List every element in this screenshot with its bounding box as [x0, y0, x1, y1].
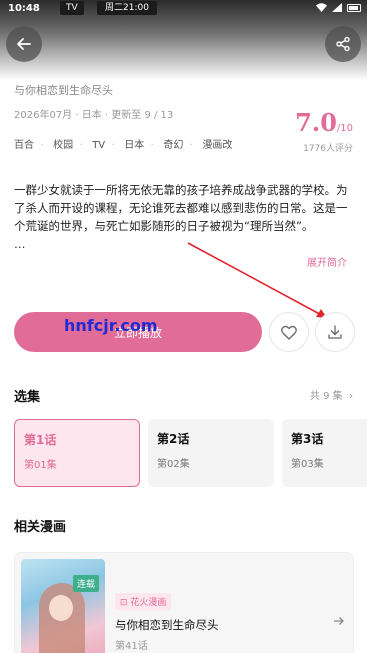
episodes-section-title: 选集 [14, 390, 41, 405]
episode-sub: 第03集 [291, 459, 324, 470]
download-icon [328, 325, 342, 339]
watermark-text: hnfcjr.com [64, 316, 158, 335]
episodes-count-label: 共 9 集 [309, 391, 343, 402]
episode-card[interactable]: 第3话 第03集 [282, 419, 367, 487]
comic-chapter: 第41话 [115, 641, 148, 652]
favorite-button[interactable] [269, 312, 309, 352]
tag-icon: ⊡ [120, 598, 131, 608]
comic-cover-image: 连载 [21, 559, 105, 653]
episode-title: 第2话 [157, 432, 190, 446]
download-button[interactable] [315, 312, 355, 352]
episode-title: 第1话 [24, 433, 57, 447]
episode-sub: 第01集 [24, 460, 57, 471]
comic-title: 与你相恋到生命尽头 [115, 618, 219, 632]
episode-title: 第3话 [291, 432, 324, 446]
arrow-right-icon [334, 617, 344, 625]
related-section-title: 相关漫画 [14, 520, 67, 535]
related-comic-card[interactable]: 连载 ⊡ 花火漫画 与你相恋到生命尽头 第41话 [14, 552, 354, 653]
episodes-count-link[interactable]: 共 9 集 › [310, 387, 353, 402]
comic-source-tag: ⊡ 花火漫画 [115, 593, 172, 610]
chevron-right-icon: › [345, 391, 353, 402]
episode-sub: 第02集 [157, 459, 190, 470]
episode-card[interactable]: 第1话 第01集 [14, 419, 140, 487]
serializing-badge: 连载 [73, 575, 100, 592]
heart-icon [281, 325, 297, 340]
episode-card[interactable]: 第2话 第02集 [148, 419, 274, 487]
